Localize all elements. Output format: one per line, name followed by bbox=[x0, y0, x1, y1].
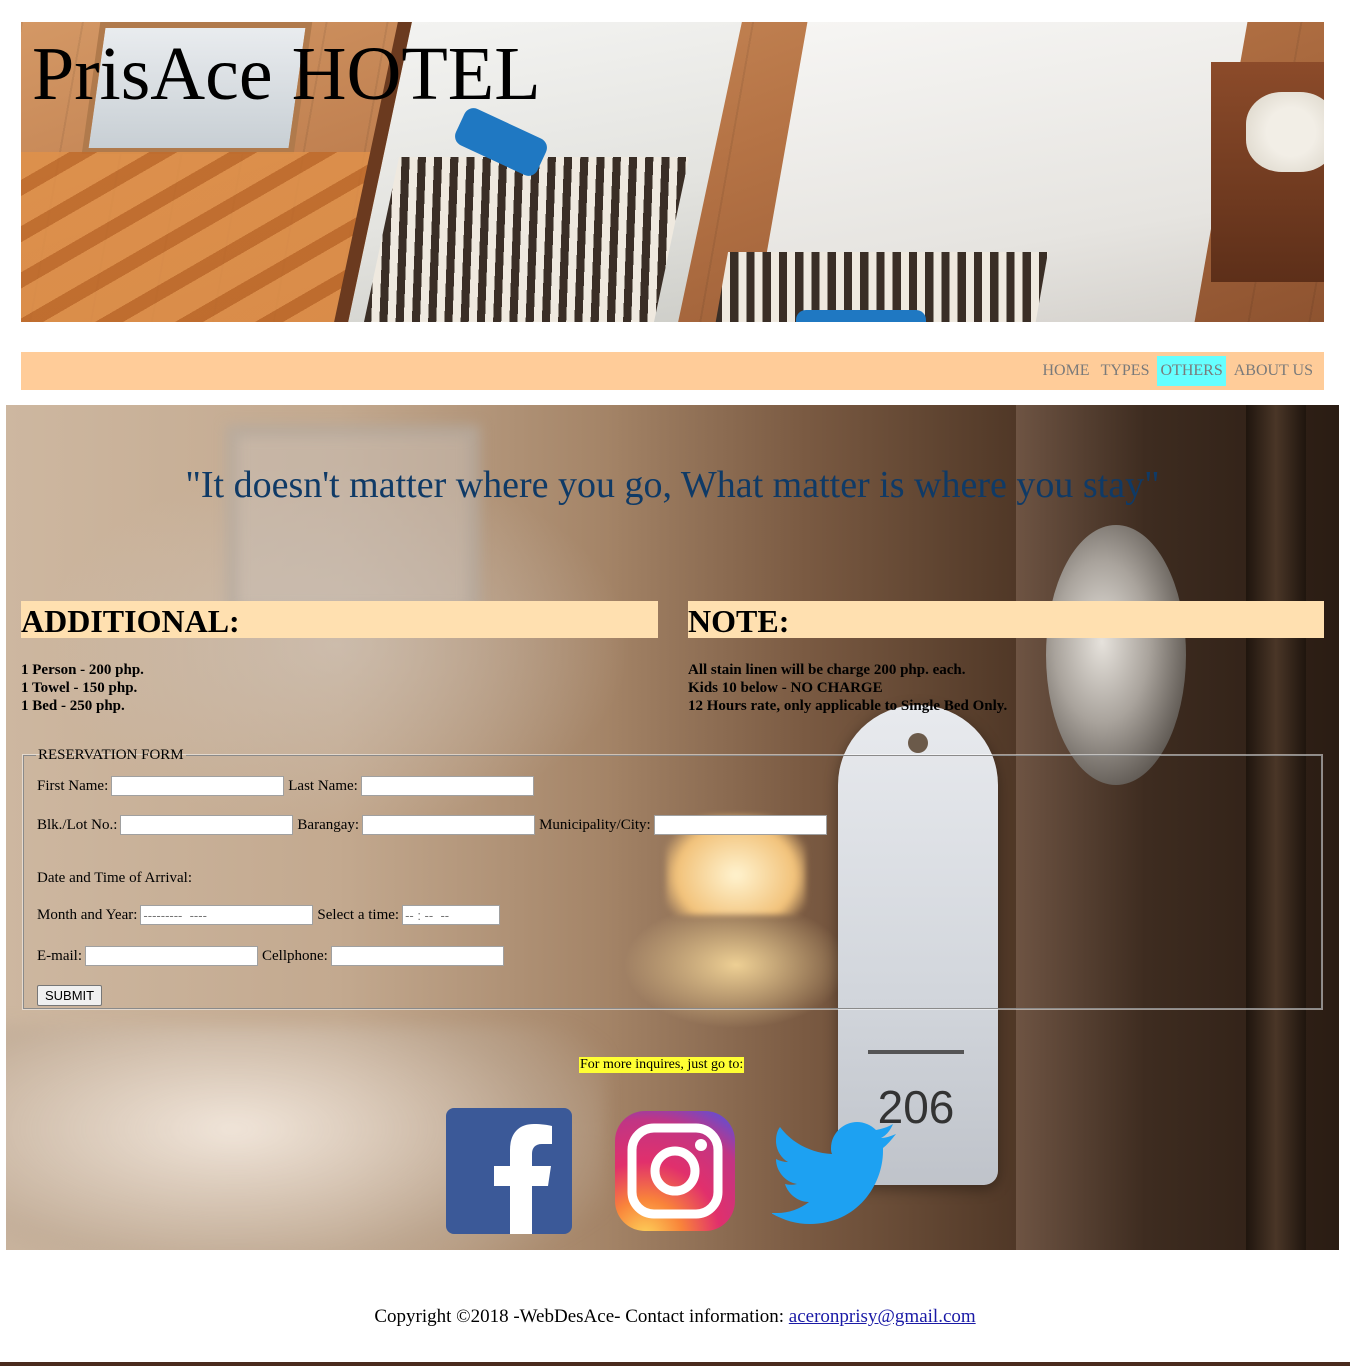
twitter-link[interactable] bbox=[771, 1108, 898, 1234]
nav-item-home: HOME bbox=[1034, 356, 1092, 386]
room-tag-line bbox=[868, 1050, 964, 1054]
arrival-label: Date and Time of Arrival: bbox=[37, 870, 192, 886]
submit-row: SUBMIT bbox=[37, 985, 103, 1006]
hotel-quote: "It doesn't matter where you go, What ma… bbox=[185, 464, 1160, 506]
nav-item-about: ABOUT US bbox=[1226, 356, 1316, 386]
banner-doily bbox=[1246, 92, 1324, 172]
facebook-link[interactable] bbox=[446, 1108, 572, 1234]
header-banner: PrisAce HOTEL bbox=[21, 22, 1324, 322]
first-name-label: First Name: bbox=[37, 777, 109, 794]
background-wall-frame bbox=[226, 425, 480, 619]
first-name-input[interactable] bbox=[111, 776, 285, 796]
last-name-input[interactable] bbox=[360, 776, 534, 796]
contact-row: E-mail: Cellphone: bbox=[37, 946, 504, 966]
email-label: E-mail: bbox=[37, 947, 82, 964]
additional-list: 1 Person - 200 php. 1 Towel - 150 php. 1… bbox=[21, 661, 144, 715]
banner-blanket-left bbox=[362, 157, 690, 322]
site-title: PrisAce HOTEL bbox=[32, 32, 541, 116]
reservation-form: RESERVATION FORM First Name: Last Name: … bbox=[23, 747, 1322, 1009]
blk-lot-input[interactable] bbox=[120, 815, 294, 835]
city-input[interactable] bbox=[653, 815, 827, 835]
submit-button[interactable]: SUBMIT bbox=[37, 985, 103, 1006]
twitter-icon bbox=[771, 1122, 896, 1224]
address-row: Blk./Lot No.: Barangay: Municipality/Cit… bbox=[37, 815, 827, 835]
footer-email-link[interactable]: aceronprisy@gmail.com bbox=[789, 1306, 976, 1327]
name-row: First Name: Last Name: bbox=[37, 776, 534, 796]
footer-copyright: Copyright ©2018 -WebDesAce- Contact info… bbox=[374, 1306, 789, 1327]
nav-link-others[interactable]: OTHERS bbox=[1157, 356, 1226, 386]
list-item: 1 Person - 200 php. bbox=[21, 662, 144, 678]
blk-lot-label: Blk./Lot No.: bbox=[37, 816, 118, 833]
bottom-edge bbox=[0, 1362, 1350, 1366]
email-input[interactable] bbox=[85, 946, 258, 966]
background-door-knob bbox=[1046, 525, 1186, 785]
note-list: All stain linen will be charge 200 php. … bbox=[688, 661, 1007, 715]
list-item: Kids 10 below - NO CHARGE bbox=[688, 680, 883, 696]
nav-link-types[interactable]: TYPES bbox=[1098, 356, 1153, 386]
month-year-input[interactable] bbox=[140, 905, 314, 925]
list-item: All stain linen will be charge 200 php. … bbox=[688, 662, 966, 678]
barangay-label: Barangay: bbox=[297, 816, 360, 833]
nav-item-types: TYPES bbox=[1093, 356, 1153, 386]
nav-link-home[interactable]: HOME bbox=[1039, 356, 1092, 386]
nav-item-others: OTHERS bbox=[1152, 356, 1226, 386]
list-item: 1 Bed - 250 php. bbox=[21, 698, 125, 714]
last-name-label: Last Name: bbox=[288, 777, 358, 794]
main-nav: HOME TYPES OTHERS ABOUT US bbox=[21, 352, 1324, 390]
instagram-link[interactable] bbox=[612, 1108, 738, 1234]
inquiry-text: For more inquires, just go to: bbox=[579, 1057, 745, 1073]
page: PrisAce HOTEL HOME TYPES OTHERS ABOUT US… bbox=[0, 0, 1350, 1366]
month-year-label: Month and Year: bbox=[37, 906, 138, 923]
date-time-row: Month and Year: Select a time: bbox=[37, 905, 501, 925]
main-section: 206 "It doesn't matter where you go, Wha… bbox=[6, 405, 1339, 1250]
barangay-input[interactable] bbox=[362, 815, 536, 835]
nav-link-about-us[interactable]: ABOUT US bbox=[1231, 356, 1316, 386]
additional-heading: ADDITIONAL: bbox=[21, 601, 658, 639]
facebook-icon bbox=[446, 1108, 572, 1234]
cellphone-input[interactable] bbox=[330, 946, 504, 966]
cellphone-label: Cellphone: bbox=[262, 947, 328, 964]
note-heading: NOTE: bbox=[688, 601, 1324, 639]
banner-stairs bbox=[21, 152, 391, 322]
nav-list: HOME TYPES OTHERS ABOUT US bbox=[1034, 356, 1316, 386]
arrival-row: Date and Time of Arrival: bbox=[37, 870, 195, 887]
footer: Copyright ©2018 -WebDesAce- Contact info… bbox=[0, 1306, 1350, 1328]
instagram-icon bbox=[615, 1111, 735, 1231]
banner-towel-right bbox=[796, 310, 926, 322]
list-item: 1 Towel - 150 php. bbox=[21, 680, 138, 696]
time-label: Select a time: bbox=[317, 906, 400, 923]
city-label: Municipality/City: bbox=[539, 816, 651, 833]
time-input[interactable] bbox=[402, 905, 501, 925]
reservation-form-legend: RESERVATION FORM bbox=[38, 747, 184, 763]
list-item: 12 Hours rate, only applicable to Single… bbox=[688, 698, 1008, 714]
